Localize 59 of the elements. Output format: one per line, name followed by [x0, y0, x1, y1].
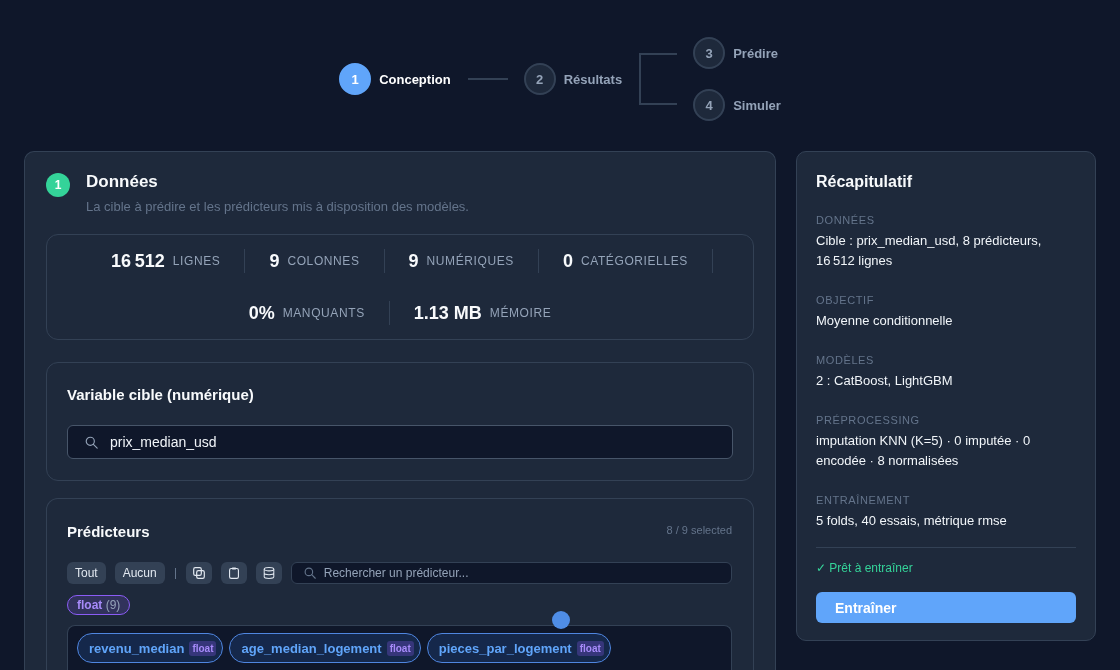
selection-count: 8 / 9 selected	[666, 524, 732, 536]
stat-label: MANQUANTS	[282, 306, 365, 320]
stat-label: CATÉGORIELLES	[580, 254, 688, 268]
stat-value: 9	[408, 250, 419, 272]
search-icon	[85, 435, 98, 449]
step-number[interactable]: 4	[693, 89, 726, 121]
panel-title: Variable cible (numérique)	[67, 385, 255, 405]
stat-label: LIGNES	[172, 254, 221, 268]
stat-value: 0	[562, 250, 573, 272]
stat-value: 0%	[248, 302, 275, 324]
clipboard-icon	[227, 567, 240, 579]
copy-button[interactable]	[185, 562, 212, 584]
step-label[interactable]: Prédire	[733, 45, 778, 61]
stat-value: 16 512	[111, 250, 165, 272]
connector-line	[467, 78, 508, 80]
type-tag: float	[576, 640, 604, 656]
target-field[interactable]: prix_median_usd	[67, 425, 733, 459]
type-filter-chip[interactable]: float (9)	[67, 595, 131, 615]
summary-label: ENTRAÎNEMENT	[816, 493, 911, 508]
summary-label: OBJECTIF	[816, 293, 875, 308]
predictor-search-field[interactable]: Rechercher un prédicteur...	[290, 562, 732, 584]
stat-label: COLONNES	[287, 254, 360, 268]
branch-connector	[639, 53, 678, 105]
summary-title: Récapitulatif	[816, 172, 913, 192]
stat-value: 1.13 MB	[413, 302, 482, 324]
database-icon	[262, 567, 275, 579]
summary-label: PRÉPROCESSING	[816, 413, 921, 428]
summary-label: MODÈLES	[816, 353, 875, 368]
predictor-chip[interactable]: revenu_median float	[77, 633, 224, 663]
stat-value: 9	[269, 250, 280, 272]
panel-title: Prédicteurs	[67, 522, 150, 542]
predictor-chip[interactable]: age_median_logement float	[229, 633, 421, 663]
section-subtitle: La cible à prédire et les prédicteurs mis à disposition des modèles.	[86, 198, 469, 216]
step-number[interactable]: 2	[523, 63, 556, 95]
search-icon	[303, 567, 316, 579]
database-button[interactable]	[255, 562, 282, 584]
step-label[interactable]: Conception	[379, 71, 451, 87]
ready-status: ✓ Prêt à entraîner	[816, 560, 914, 576]
type-tag: float	[189, 640, 217, 656]
summary-value: 2 : CatBoost, LightGBM	[816, 372, 954, 390]
summary-value: Cible : prix_median_usd, 8 prédicteurs, 16 512 lignes	[816, 232, 1043, 270]
type-tag: float	[386, 640, 414, 656]
summary-value: 5 folds, 40 essais, métrique rmse	[816, 512, 1008, 530]
paste-button[interactable]	[220, 562, 247, 584]
step-label[interactable]: Simuler	[733, 97, 781, 113]
select-button[interactable]: Aucun	[114, 562, 165, 584]
predictor-chip[interactable]: pieces_par_logement float	[426, 633, 611, 663]
dot-icon	[552, 611, 570, 629]
step-number[interactable]: 3	[693, 37, 726, 69]
summary-value: imputation KNN (K=5) · 0 imputée · 0 encodée · 8 normalisées	[816, 432, 1032, 470]
stat-label: MÉMOIRE	[489, 306, 552, 320]
summary-value: Moyenne conditionnelle	[816, 312, 954, 330]
select-button[interactable]: Tout	[67, 562, 106, 584]
stat-label: NUMÉRIQUES	[426, 254, 514, 268]
step-label[interactable]: Résultats	[563, 71, 623, 87]
copy-icon	[192, 567, 205, 579]
summary-label: DONNÉES	[816, 213, 876, 228]
section-title: Données	[86, 172, 159, 192]
step-badge: 1	[46, 173, 70, 197]
